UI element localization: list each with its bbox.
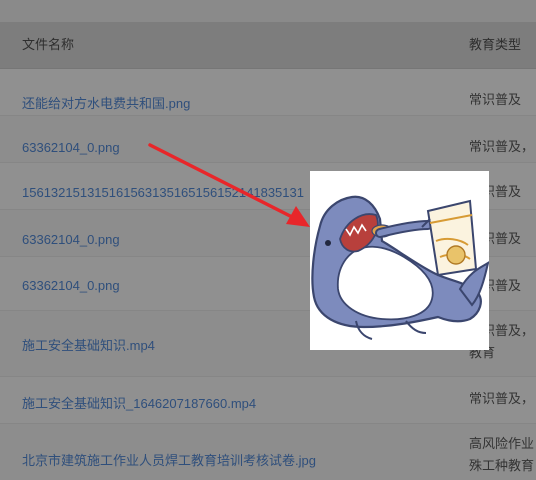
shark-icon [311,195,490,340]
shark-eating-chips-sticker [310,171,490,350]
